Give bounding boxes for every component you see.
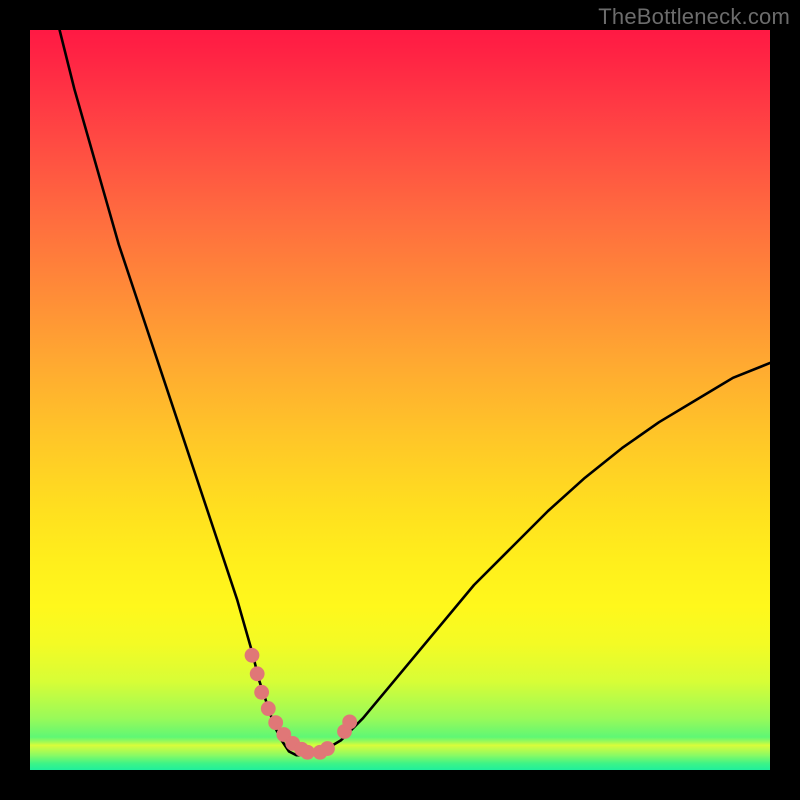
- marker-dot: [320, 741, 335, 756]
- marker-dot: [250, 666, 265, 681]
- marker-dot: [245, 648, 260, 663]
- marker-dot: [254, 685, 269, 700]
- curve-markers: [30, 30, 770, 770]
- marker-dot: [342, 715, 357, 730]
- plot-area: [30, 30, 770, 770]
- marker-dot: [261, 701, 276, 716]
- outer-frame: TheBottleneck.com: [0, 0, 800, 800]
- watermark-text: TheBottleneck.com: [598, 4, 790, 30]
